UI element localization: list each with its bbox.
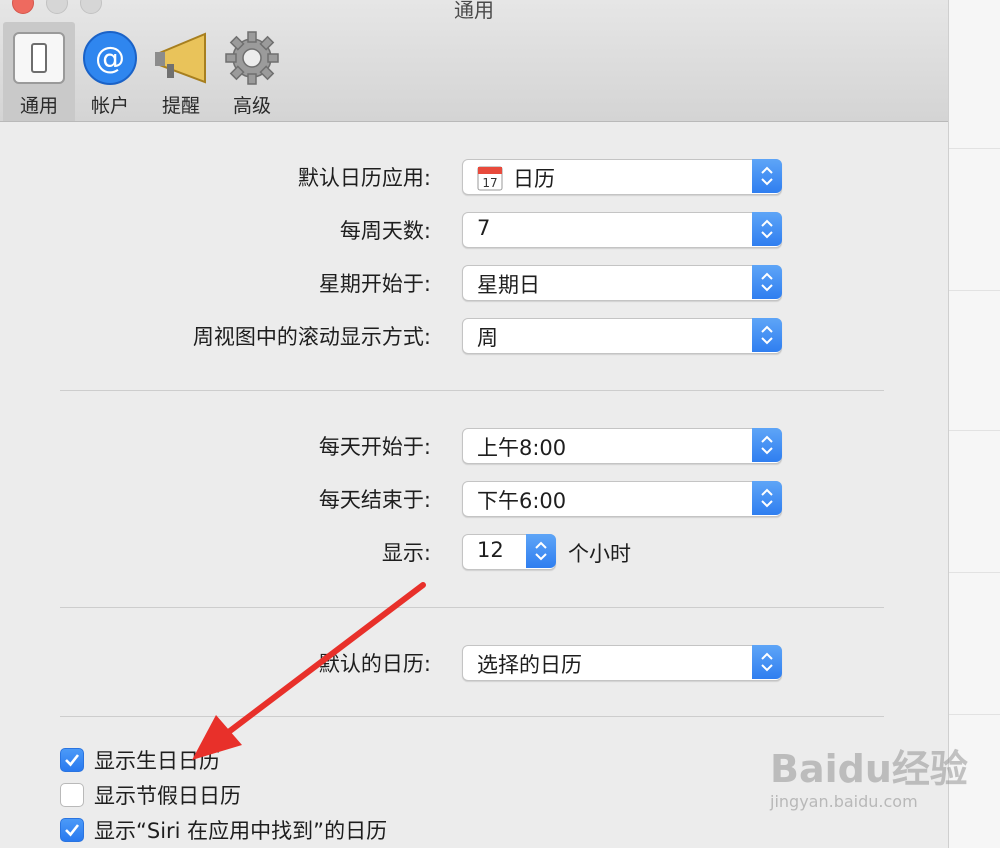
background-window-edge — [948, 0, 1000, 848]
day-ends-at-popup[interactable]: 下午6:00 — [462, 481, 782, 517]
scroll-in-week-view-label: 周视图中的滚动显示方式: — [192, 325, 431, 349]
default-calendar-app-value: 日历 — [513, 167, 555, 191]
popup-arrows-icon — [752, 318, 782, 352]
day-ends-at-label: 每天结束于: — [318, 488, 431, 512]
section-divider — [60, 390, 884, 391]
general-icon — [13, 32, 65, 84]
annotation-arrow-icon — [192, 582, 426, 760]
popup-arrows-icon — [752, 212, 782, 246]
popup-arrows-icon — [752, 428, 782, 462]
window-title: 通用 — [454, 0, 494, 22]
day-ends-at-value: 下午6:00 — [477, 489, 567, 513]
show-hours-popup[interactable]: 12 — [462, 534, 556, 570]
baidu-watermark-url: jingyan.baidu.com — [770, 792, 918, 811]
day-starts-at-popup[interactable]: 上午8:00 — [462, 428, 782, 464]
day-starts-at-label: 每天开始于: — [318, 435, 431, 459]
checkbox-unchecked-icon[interactable] — [60, 783, 84, 807]
scroll-in-week-view-value: 周 — [477, 326, 498, 350]
popup-arrows-icon — [752, 159, 782, 193]
tab-advanced-label: 高级 — [232, 95, 271, 117]
svg-text:@: @ — [95, 41, 125, 76]
default-calendar-value: 选择的日历 — [477, 653, 582, 677]
tab-alerts[interactable]: 提醒 — [145, 22, 217, 121]
tab-general-label: 通用 — [19, 95, 58, 117]
tab-accounts-label: 帐户 — [90, 95, 129, 117]
popup-arrows-icon — [752, 645, 782, 679]
default-calendar-app-popup[interactable]: 17 日历 — [462, 159, 782, 195]
start-week-on-label: 星期开始于: — [318, 272, 431, 296]
baidu-watermark: Baidu经验 jingyan.baidu.com — [770, 738, 968, 830]
svg-text:17: 17 — [482, 176, 497, 190]
popup-arrows-icon — [752, 481, 782, 515]
days-per-week-label: 每周天数: — [339, 219, 431, 243]
default-calendar-popup[interactable]: 选择的日历 — [462, 645, 782, 681]
popup-arrows-icon — [752, 265, 782, 299]
accounts-icon: @ — [83, 31, 137, 85]
tab-alerts-label: 提醒 — [161, 95, 200, 117]
start-week-on-value: 星期日 — [477, 273, 540, 297]
default-calendar-app-label: 默认日历应用: — [297, 166, 431, 190]
checkbox-checked-icon[interactable] — [60, 748, 84, 772]
start-week-on-popup[interactable]: 星期日 — [462, 265, 782, 301]
show-hours-value: 12 — [477, 538, 504, 562]
checkbox-checked-icon[interactable] — [60, 818, 84, 842]
show-hours-label: 显示: — [381, 541, 431, 565]
show-siri-found-label: 显示“Siri 在应用中找到”的日历 — [94, 819, 388, 843]
show-holidays-label: 显示节假日日历 — [94, 784, 241, 808]
advanced-icon — [225, 31, 279, 85]
popup-arrows-icon — [526, 534, 556, 568]
toolbar: 通用 通用 @ 帐户 提醒 高级 — [0, 0, 948, 122]
days-per-week-value: 7 — [477, 216, 491, 240]
baidu-watermark-logo: Baidu经验 — [770, 747, 968, 791]
day-starts-at-value: 上午8:00 — [477, 436, 567, 460]
show-hours-suffix: 个小时 — [568, 542, 631, 566]
days-per-week-popup[interactable]: 7 — [462, 212, 782, 248]
calendar-app-icon: 17 — [477, 166, 503, 191]
scroll-in-week-view-popup[interactable]: 周 — [462, 318, 782, 354]
alerts-icon — [155, 32, 206, 84]
preferences-window: 通用 通用 @ 帐户 提醒 高级 默认日历应用: 17 日历 每周天数: 7 星… — [0, 0, 948, 848]
tab-general[interactable]: 通用 — [3, 22, 75, 121]
tab-advanced[interactable]: 高级 — [216, 22, 288, 121]
tab-accounts[interactable]: @ 帐户 — [74, 22, 146, 121]
